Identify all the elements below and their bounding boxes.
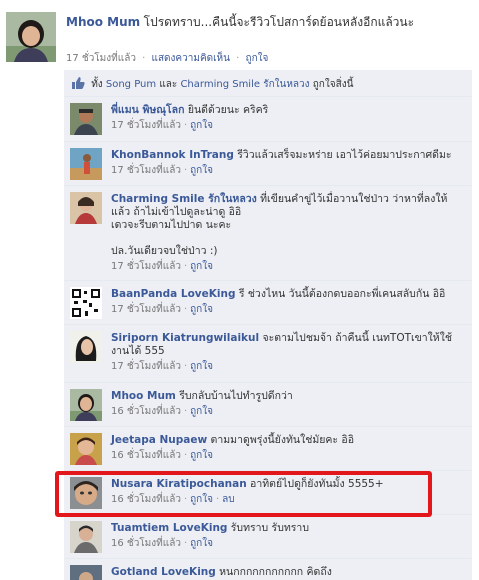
commenter-avatar[interactable] — [70, 521, 102, 553]
post-timestamp[interactable]: 17 ชั่วโมงที่แล้ว — [66, 53, 136, 64]
separator-dot: · — [183, 120, 188, 131]
comment-item: KhonBannok InTrang รีวิวแล้วเสร็จมะหร่าย… — [64, 142, 472, 186]
like-link[interactable]: ถูกใจ — [246, 53, 269, 64]
comment-author[interactable]: Jeetapa Nupaew — [111, 434, 207, 446]
comment-text: ยินดีด้วยนะ คริคริ — [187, 104, 269, 116]
likes-summary: ทั้ง Song Pum และ Charming Smile รักในหล… — [64, 70, 472, 97]
feedback-panel: ทั้ง Song Pum และ Charming Smile รักในหล… — [64, 70, 472, 580]
comment-text: ตามมาดูพรุ่งนี้ยังทันใช่มัยคะ อิอิ — [210, 434, 355, 446]
comment-author[interactable]: พี่แมน พิษณุโลก — [111, 104, 184, 116]
comment-link[interactable]: แสดงความคิดเห็น — [152, 53, 230, 64]
comment-item: Charming Smile รักในหลวง ที่เขียนคำขู่ไว… — [64, 186, 472, 281]
commenter-avatar[interactable] — [70, 565, 102, 580]
comment-like-link[interactable]: ถูกใจ — [190, 494, 213, 505]
commenter-avatar[interactable] — [70, 433, 102, 465]
comment-timestamp[interactable]: 17 ชั่วโมงที่แล้ว — [111, 304, 181, 315]
comment-like-link[interactable]: ถูกใจ — [190, 450, 213, 461]
comment-author[interactable]: Charming Smile รักในหลวง — [111, 193, 257, 205]
commenter-avatar[interactable] — [70, 477, 102, 509]
comment-author[interactable]: Siriporn Kiatrungwilaikul — [111, 332, 259, 344]
commenter-avatar[interactable] — [70, 148, 102, 180]
comment-like-link[interactable]: ถูกใจ — [190, 538, 213, 549]
commenter-avatar[interactable] — [70, 389, 102, 421]
like-user-link[interactable]: Song Pum — [106, 79, 156, 90]
likes-prefix: ทั้ง — [91, 79, 103, 90]
thumbs-up-icon — [72, 77, 85, 92]
post-header: Mhoo Mum โปรดทราบ...คืนนี้จะรีวิวโปสการ์… — [66, 13, 472, 32]
separator-dot: · — [142, 53, 146, 64]
comment-item: Gotland LoveKing หนกกกกกกกกกกก คิดถึง — [64, 559, 472, 580]
comment-like-link[interactable]: ถูกใจ — [190, 304, 213, 315]
separator-dot: · — [183, 494, 188, 505]
post-meta: 17 ชั่วโมงที่แล้ว · แสดงความคิดเห็น · ถู… — [66, 51, 268, 66]
comment-timestamp[interactable]: 16 ชั่วโมงที่แล้ว — [111, 450, 181, 461]
post-author-name[interactable]: Mhoo Mum — [66, 15, 140, 29]
comment-author[interactable]: Gotland LoveKing — [111, 566, 216, 578]
likes-and: และ — [159, 79, 178, 90]
comment-item: Nusara Kiratipochanan อาทิตย์ไปดูก็ยังทั… — [64, 471, 472, 515]
comment-timestamp[interactable]: 17 ชั่วโมงที่แล้ว — [111, 361, 181, 372]
separator-dot: · — [183, 406, 188, 417]
comment-text-line: เดวจะรีบตามไปปาด นะคะ — [111, 219, 232, 231]
comment-item: Jeetapa Nupaew ตามมาดูพรุ่งนี้ยังทันใช่ม… — [64, 427, 472, 471]
comment-like-link[interactable]: ถูกใจ — [190, 165, 213, 176]
commenter-avatar[interactable] — [70, 192, 102, 224]
comment-like-link[interactable]: ถูกใจ — [190, 120, 213, 131]
like-user-link[interactable]: Charming Smile รักในหลวง — [180, 79, 309, 90]
separator-dot: · — [183, 538, 188, 549]
comment-item: BaanPanda LoveKing รี ช่วงไหน วันนี้ต้อง… — [64, 281, 472, 325]
comment-timestamp[interactable]: 17 ชั่วโมงที่แล้ว — [111, 165, 181, 176]
comment-like-link[interactable]: ถูกใจ — [190, 406, 213, 417]
comment-author[interactable]: Nusara Kiratipochanan — [111, 478, 247, 490]
comment-timestamp[interactable]: 17 ชั่วโมงที่แล้ว — [111, 261, 181, 272]
comment-author[interactable]: Mhoo Mum — [111, 390, 176, 402]
commenter-avatar[interactable] — [70, 103, 102, 135]
separator-dot: · — [183, 165, 188, 176]
comment-text-line: ปล.วันเดียวจบใช่ป่าว :) — [111, 245, 218, 257]
comment-text: รีบกลับบ้านไปทำรูปดีกว่า — [179, 390, 293, 402]
separator-dot: · — [183, 450, 188, 461]
likes-suffix: ถูกใจสิ่งนี้ — [312, 79, 354, 90]
comment-item: Tuamtiem LoveKing รับทราบ รับทราบ 16 ชั่… — [64, 515, 472, 559]
separator-dot: · — [183, 261, 188, 272]
comment-timestamp[interactable]: 17 ชั่วโมงที่แล้ว — [111, 120, 181, 131]
comment-timestamp[interactable]: 16 ชั่วโมงที่แล้ว — [111, 494, 181, 505]
separator-dot: · — [215, 494, 220, 505]
comment-item: Siriporn Kiatrungwilaikul จะตามไปชมจ้า ถ… — [64, 325, 472, 383]
comment-timestamp[interactable]: 16 ชั่วโมงที่แล้ว — [111, 538, 181, 549]
comment-author[interactable]: BaanPanda LoveKing — [111, 288, 235, 300]
commenter-avatar[interactable] — [70, 331, 102, 363]
comment-text: รี ช่วงไหน วันนี้ต้องกดบออกะพี่เคนสลับกั… — [238, 288, 446, 300]
comment-like-link[interactable]: ถูกใจ — [190, 361, 213, 372]
comment-author[interactable]: KhonBannok InTrang — [111, 149, 234, 161]
separator-dot: · — [183, 304, 188, 315]
separator-dot: · — [236, 53, 240, 64]
comment-text: หนกกกกกกกกกกก คิดถึง — [219, 566, 332, 578]
comment-text: รับทราบ รับทราบ — [230, 522, 309, 534]
comment-like-link[interactable]: ถูกใจ — [190, 261, 213, 272]
commenter-avatar[interactable] — [70, 287, 102, 319]
comment-item: พี่แมน พิษณุโลก ยินดีด้วยนะ คริคริ 17 ชั… — [64, 97, 472, 142]
comment-delete-link[interactable]: ลบ — [222, 494, 234, 505]
comment-text: อาทิตย์ไปดูก็ยังทันมั้ง 5555+ — [250, 478, 384, 490]
comment-item: Mhoo Mum รีบกลับบ้านไปทำรูปดีกว่า 16 ชั่… — [64, 383, 472, 427]
comment-text: รีวิวแล้วเสร็จมะหร่าย เอาไว้ค่อยมาประกาศ… — [237, 149, 452, 161]
post-message: โปรดทราบ...คืนนี้จะรีวิวโปสการ์ดย้อนหลัง… — [143, 15, 415, 29]
comment-timestamp[interactable]: 16 ชั่วโมงที่แล้ว — [111, 406, 181, 417]
post-author-avatar[interactable] — [6, 12, 56, 62]
separator-dot: · — [183, 361, 188, 372]
comment-author[interactable]: Tuamtiem LoveKing — [111, 522, 227, 534]
